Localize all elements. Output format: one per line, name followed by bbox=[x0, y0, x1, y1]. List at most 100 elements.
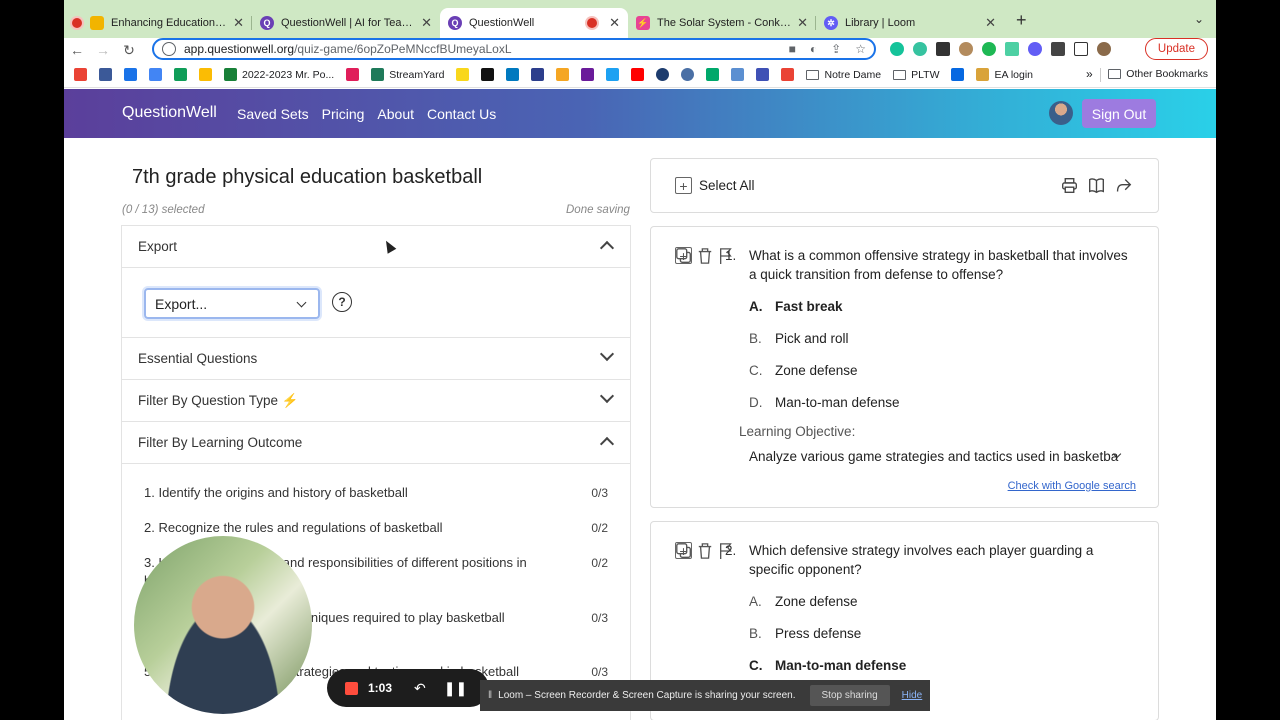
extensions-puzzle-icon[interactable] bbox=[1051, 42, 1065, 56]
share-icon[interactable]: ⇪ bbox=[831, 42, 841, 56]
sticky-note-icon[interactable] bbox=[456, 68, 470, 81]
tab-search-chevron-icon[interactable]: ⌄ bbox=[1194, 12, 1204, 26]
bookmark-purple-icon[interactable] bbox=[581, 68, 595, 81]
nav-about[interactable]: About bbox=[377, 106, 414, 122]
answer-option[interactable]: D. Man-to-man defense bbox=[749, 395, 900, 410]
filter-question-type-header[interactable]: Filter By Question Type ⚡ bbox=[122, 380, 630, 422]
new-tab-icon[interactable]: + bbox=[1016, 10, 1027, 31]
nav-contact-us[interactable]: Contact Us bbox=[427, 106, 496, 122]
close-tab-icon[interactable]: ✕ bbox=[797, 15, 808, 31]
bookmark-streamyard[interactable]: StreamYard bbox=[371, 68, 444, 81]
quiz-title[interactable]: 7th grade physical education basketball bbox=[132, 166, 482, 189]
question-text[interactable]: Which defensive strategy involves each p… bbox=[749, 541, 1129, 579]
answer-option[interactable]: B. Press defense bbox=[749, 626, 861, 641]
forward-icon[interactable]: → bbox=[90, 42, 116, 58]
bookmark-folder-notre-dame[interactable]: Notre Dame bbox=[806, 69, 881, 81]
book-icon[interactable] bbox=[1088, 177, 1105, 194]
nav-saved-sets[interactable]: Saved Sets bbox=[237, 106, 309, 122]
help-icon[interactable]: ? bbox=[332, 292, 352, 312]
brand-logo[interactable]: QuestionWell bbox=[122, 104, 217, 122]
answer-option[interactable]: C. Man-to-man defense bbox=[749, 658, 906, 673]
tab-loom-library[interactable]: ✲ Library | Loom ✕ bbox=[816, 8, 1004, 38]
loom-extension-icon[interactable] bbox=[1028, 42, 1042, 56]
nsta-icon[interactable] bbox=[656, 68, 670, 81]
close-tab-icon[interactable]: ✕ bbox=[233, 15, 244, 31]
address-bar[interactable]: app.questionwell.org/quiz-game/6opZoPeMN… bbox=[152, 38, 876, 60]
drive-icon[interactable] bbox=[199, 68, 212, 81]
reload-icon[interactable]: ↻ bbox=[116, 42, 142, 59]
trello-icon[interactable] bbox=[506, 68, 520, 81]
bookmark-star-icon[interactable]: ☆ bbox=[855, 42, 866, 56]
webcam-bubble[interactable] bbox=[134, 536, 312, 714]
tab-enhancing-education[interactable]: Enhancing Education with AI: E ✕ bbox=[64, 8, 252, 38]
pause-icon[interactable]: ❚❚ bbox=[444, 680, 467, 697]
learning-outcome-item[interactable]: 2. Recognize the rules and regulations o… bbox=[144, 519, 544, 537]
nav-pricing[interactable]: Pricing bbox=[322, 106, 365, 122]
tab-solar-system[interactable]: ⚡ The Solar System - Conker for ✕ bbox=[628, 8, 816, 38]
lens-icon[interactable]: ◐ bbox=[810, 42, 817, 56]
other-bookmarks[interactable]: Other Bookmarks bbox=[1108, 68, 1208, 80]
screen-extension-icon[interactable] bbox=[936, 42, 950, 56]
classroom-icon[interactable] bbox=[174, 68, 187, 81]
close-tab-icon[interactable]: ✕ bbox=[985, 15, 996, 31]
window-icon[interactable] bbox=[756, 68, 770, 81]
puzzle-color-icon[interactable] bbox=[781, 68, 795, 81]
site-info-icon[interactable] bbox=[162, 42, 176, 56]
google-search-link[interactable]: Check with Google search bbox=[1008, 480, 1136, 492]
tab-questionwell[interactable]: Q QuestionWell ✕ bbox=[440, 8, 628, 38]
plus-box-icon[interactable]: + bbox=[675, 177, 692, 194]
meta-icon[interactable] bbox=[951, 68, 965, 81]
bookmark-circle-icon[interactable] bbox=[681, 68, 695, 81]
user-avatar[interactable] bbox=[1049, 101, 1073, 125]
select-all-label[interactable]: Select All bbox=[699, 178, 755, 193]
twitter-icon[interactable] bbox=[606, 68, 620, 81]
bookmark-ea-login[interactable]: EA login bbox=[976, 68, 1033, 81]
question-text[interactable]: What is a common offensive strategy in b… bbox=[749, 246, 1129, 284]
print-icon[interactable] bbox=[1061, 177, 1078, 194]
grid-icon[interactable] bbox=[731, 68, 745, 81]
m-extension-icon[interactable] bbox=[982, 42, 996, 56]
teal-extension-icon[interactable] bbox=[1005, 42, 1019, 56]
export-header[interactable]: Export bbox=[122, 226, 630, 268]
back-icon[interactable]: ← bbox=[64, 42, 90, 58]
bookmark-folder-pltw[interactable]: PLTW bbox=[893, 69, 939, 81]
learning-outcome-item[interactable]: 1. Identify the origins and history of b… bbox=[144, 484, 544, 502]
trash-icon[interactable] bbox=[697, 247, 713, 265]
bookmark-shield-icon[interactable] bbox=[706, 68, 720, 81]
close-tab-icon[interactable]: ✕ bbox=[421, 15, 432, 31]
more-bookmarks-icon[interactable]: » bbox=[1086, 67, 1093, 81]
tab-questionwell-ai[interactable]: Q QuestionWell | AI for Teaching ✕ bbox=[252, 8, 440, 38]
update-button[interactable]: Update bbox=[1144, 38, 1208, 60]
answer-option[interactable]: A. Zone defense bbox=[749, 594, 858, 609]
add-question-icon[interactable]: + bbox=[675, 542, 692, 559]
trash-icon[interactable] bbox=[697, 542, 713, 560]
calendar-icon[interactable] bbox=[149, 68, 162, 81]
export-select[interactable]: Export... bbox=[144, 288, 320, 319]
answer-option[interactable]: B. Pick and roll bbox=[749, 331, 849, 346]
stop-recording-icon[interactable] bbox=[345, 681, 358, 695]
bookmark-q-icon[interactable] bbox=[481, 68, 495, 81]
answer-option[interactable]: A. Fast break bbox=[749, 299, 843, 314]
undo-icon[interactable]: ↶ bbox=[414, 680, 426, 697]
sis-icon[interactable] bbox=[124, 68, 137, 81]
essential-questions-header[interactable]: Essential Questions bbox=[122, 338, 630, 380]
gmail-icon[interactable] bbox=[74, 68, 87, 81]
avatar-extension-icon[interactable] bbox=[959, 42, 973, 56]
answer-option[interactable]: C. Zone defense bbox=[749, 363, 858, 378]
slack-icon[interactable] bbox=[346, 68, 360, 81]
share-arrow-icon[interactable] bbox=[1115, 177, 1132, 194]
bookmark-b-icon[interactable] bbox=[99, 68, 112, 81]
filter-learning-outcome-header[interactable]: Filter By Learning Outcome bbox=[122, 422, 630, 464]
camera-icon[interactable]: ■ bbox=[789, 42, 796, 56]
close-tab-icon[interactable]: ✕ bbox=[609, 15, 620, 31]
profile-avatar-icon[interactable] bbox=[1097, 42, 1111, 56]
stop-sharing-button[interactable]: Stop sharing bbox=[809, 685, 890, 706]
emoji-extension-icon[interactable] bbox=[913, 42, 927, 56]
side-panel-icon[interactable] bbox=[1074, 42, 1088, 56]
youtube-icon[interactable] bbox=[631, 68, 645, 81]
learning-objective-select[interactable]: Analyze various game strategies and tact… bbox=[749, 449, 1119, 464]
edpuzzle-icon[interactable] bbox=[556, 68, 570, 81]
bookmark-mr-po[interactable]: 2022-2023 Mr. Po... bbox=[224, 68, 334, 81]
add-question-icon[interactable]: + bbox=[675, 247, 692, 264]
sign-out-button[interactable]: Sign Out bbox=[1082, 99, 1156, 128]
